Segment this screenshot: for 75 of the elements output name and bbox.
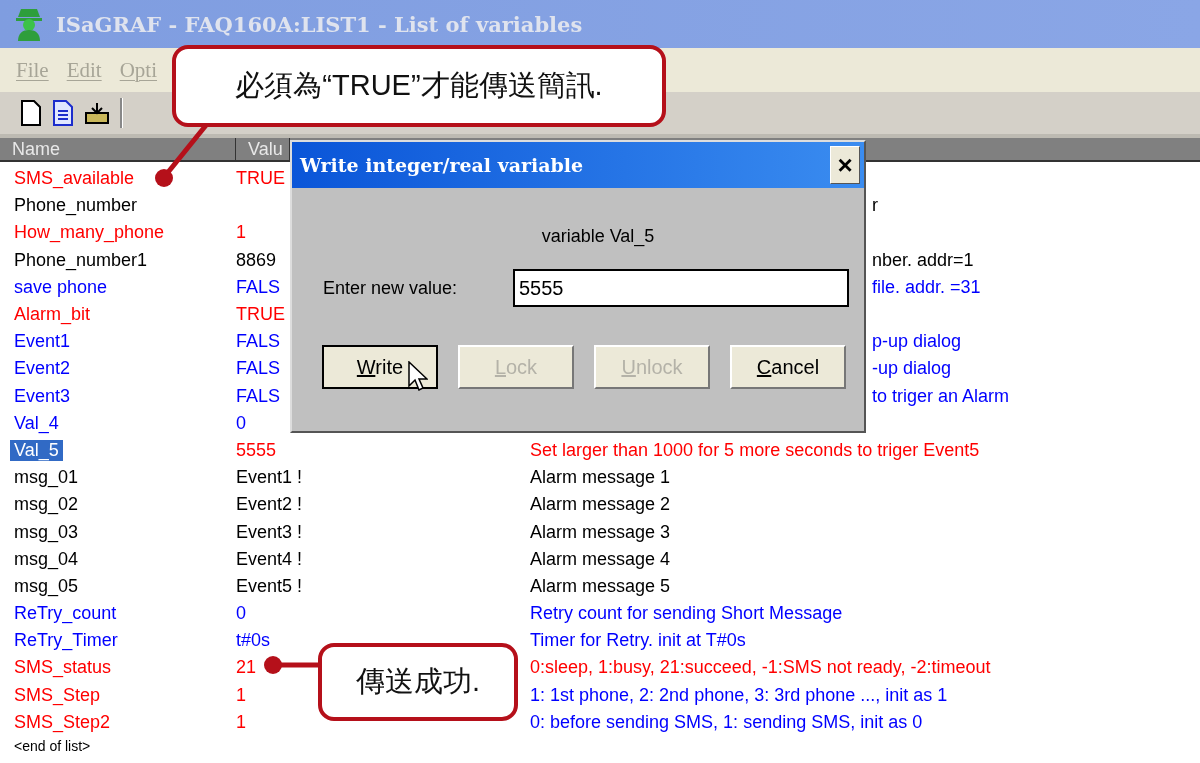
variable-name[interactable]: How_many_phone (10, 222, 169, 244)
close-button[interactable]: × (830, 146, 860, 184)
variable-comment: -up dialog (872, 358, 952, 380)
variable-value: Event4 ! (236, 548, 303, 569)
variable-name[interactable]: msg_04 (10, 548, 83, 570)
variable-value: 1 (236, 684, 246, 705)
variable-comment: Set larger than 1000 for 5 more seconds to triger Event5 (530, 439, 980, 461)
variable-name[interactable]: msg_02 (10, 494, 83, 516)
document-icon[interactable] (52, 100, 74, 126)
variable-comment: Alarm message 5 (530, 575, 671, 597)
variable-comment: Alarm message 3 (530, 521, 671, 543)
variable-name[interactable]: Event1 (10, 331, 75, 353)
variable-value: TRUE (236, 168, 285, 189)
variable-value: FALS (236, 385, 281, 406)
variable-comment: r (872, 195, 878, 217)
dialog-title: Write integer/real variable (300, 154, 584, 176)
variable-comment: p-up dialog (872, 331, 962, 353)
callout-note: 必須為“TRUE”才能傳送簡訊. (172, 45, 666, 127)
dialog-button[interactable]: Write (322, 345, 438, 389)
variable-comment: Alarm message 4 (530, 548, 671, 570)
window-title: ISaGRAF - FAQ160A:LIST1 - List of variables (56, 11, 583, 37)
variable-name[interactable]: Phone_number1 (10, 249, 152, 271)
variable-name[interactable]: SMS_status (10, 657, 116, 679)
variable-value: 0 (236, 603, 246, 624)
callout-note: 傳送成功. (318, 643, 518, 721)
variable-value: TRUE (236, 304, 285, 325)
variable-value: Event3 ! (236, 521, 303, 542)
variable-comment: 0: before sending SMS, 1: sending SMS, init as 0 (530, 711, 923, 733)
value-field[interactable]: 5555 (513, 269, 849, 307)
variable-name[interactable]: Val_4 (10, 412, 63, 434)
variable-comment: file. addr. =31 (872, 276, 981, 298)
variable-comment: Retry count for sending Short Message (530, 603, 843, 625)
variable-value: FALS (236, 358, 281, 379)
variable-name[interactable]: Event3 (10, 385, 75, 407)
variable-value: 1 (236, 222, 246, 243)
variable-name[interactable]: SMS_available (10, 168, 139, 190)
variable-comment: nber. addr=1 (872, 249, 974, 271)
variable-name[interactable]: SMS_Step2 (10, 711, 115, 733)
variable-name[interactable]: Phone_number (10, 195, 142, 217)
cursor-icon (408, 361, 428, 391)
variable-value: 21 (236, 657, 257, 678)
variable-name[interactable]: Alarm_bit (10, 304, 95, 326)
variable-comment: Timer for Retry. init at T#0s (530, 630, 746, 652)
variable-comment: Alarm message 1 (530, 467, 671, 489)
variable-name[interactable]: Val_5 (10, 439, 63, 461)
variable-value: Event5 ! (236, 575, 303, 596)
variable-value: 8869 (236, 249, 277, 270)
variable-comment: to triger an Alarm (872, 385, 1010, 407)
variable-value: 5555 (236, 439, 277, 460)
variable-value: 1 (236, 711, 246, 732)
document-icon[interactable] (20, 100, 42, 126)
variable-caption: variable Val_5 (541, 226, 655, 247)
variable-name[interactable]: save phone (10, 276, 112, 298)
variable-comment: Alarm message 2 (530, 494, 671, 516)
variable-value: Event1 ! (236, 467, 303, 488)
variable-name[interactable]: Event2 (10, 358, 75, 380)
variable-value: FALS (236, 276, 281, 297)
variable-value: 0 (236, 412, 246, 433)
end-of-list: <end of list> (14, 737, 1200, 754)
app-figure-icon (14, 7, 44, 41)
dialog-button[interactable]: Cancel (730, 345, 846, 389)
variable-name[interactable]: ReTry_Timer (10, 630, 122, 652)
field-label: Enter new value: (323, 277, 459, 299)
variable-name[interactable]: msg_05 (10, 575, 83, 597)
variable-comment: 0:sleep, 1:busy, 21:succeed, -1:SMS not ready, -2:timeout (530, 657, 991, 679)
variable-name[interactable]: ReTry_count (10, 603, 121, 625)
variable-name[interactable]: msg_01 (10, 467, 83, 489)
variable-name[interactable]: SMS_Step (10, 684, 105, 706)
variable-value: FALS (236, 331, 281, 352)
tray-icon[interactable] (84, 101, 110, 125)
variable-comment: 1: 1st phone, 2: 2nd phone, 3: 3rd phone ..., init as 1 (530, 684, 948, 706)
leader-line (264, 656, 320, 674)
variable-value: t#0s (236, 630, 271, 651)
variable-value: Event2 ! (236, 494, 303, 515)
variable-name[interactable]: msg_03 (10, 521, 83, 543)
